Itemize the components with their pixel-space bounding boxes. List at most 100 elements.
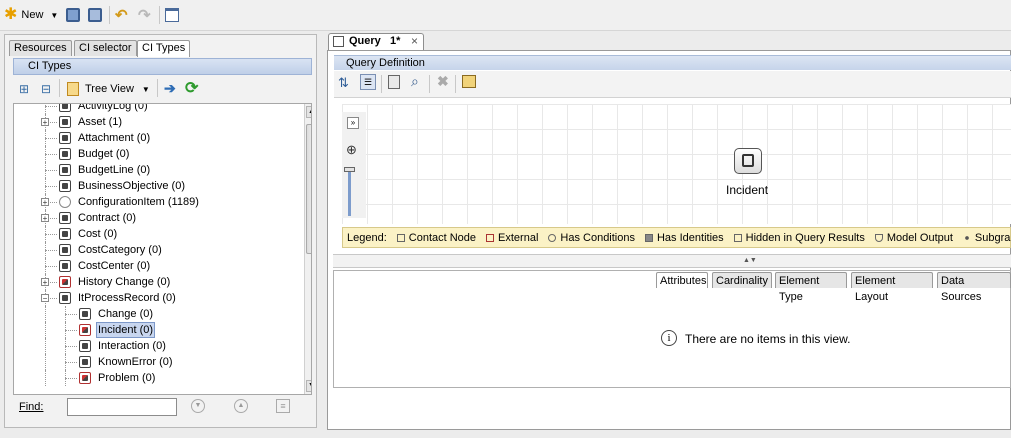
delete-icon[interactable]: ✖ <box>437 73 449 90</box>
tab-query[interactable]: Query 1* × <box>328 33 424 50</box>
tree-node-label: Problem (0) <box>98 372 156 384</box>
tab-attributes[interactable]: Attributes <box>656 272 708 288</box>
conditions-icon <box>548 233 557 242</box>
tab-ci-selector[interactable]: CI selector <box>74 40 137 56</box>
properties-icon[interactable] <box>462 75 476 88</box>
tree-node-label: Asset (1) <box>78 116 123 128</box>
find-label: Find: <box>19 401 44 413</box>
info-icon: i <box>661 330 677 346</box>
ci-type-icon <box>79 340 91 352</box>
tree-scrollbar[interactable]: ▲ ▼ <box>304 104 311 394</box>
history-ci-icon <box>79 324 91 336</box>
ci-types-header: CI Types <box>13 58 312 75</box>
scroll-up-arrow-icon[interactable]: ▲ <box>306 106 311 118</box>
tree-node[interactable]: KnownError (0) <box>14 354 302 370</box>
tree-node[interactable]: BudgetLine (0) <box>14 162 302 178</box>
tab-resources[interactable]: Resources <box>9 40 72 56</box>
tree-node[interactable]: + Contract (0) <box>14 210 302 226</box>
toolbar-separator <box>381 75 382 93</box>
ci-type-icon <box>59 260 71 272</box>
expand-icon[interactable]: + <box>41 198 49 207</box>
search-icon[interactable]: ⌕ <box>411 73 419 90</box>
legend-title: Legend: <box>347 231 387 244</box>
tree-node-label: BusinessObjective (0) <box>78 180 185 192</box>
ci-type-icon <box>59 148 71 160</box>
list-view-icon[interactable]: ☰ <box>360 74 376 90</box>
tree-view-dropdown[interactable]: Tree View ▼ <box>67 80 150 98</box>
tab-element-type[interactable]: Element Type <box>775 272 847 303</box>
zoom-in-icon[interactable]: ⊕ <box>346 142 357 158</box>
calculator-icon[interactable] <box>388 75 400 89</box>
split-divider[interactable]: ▲▼ <box>333 254 1011 268</box>
tree-node[interactable]: ActivityLog (0) <box>14 103 302 114</box>
tree-connector <box>65 314 77 315</box>
save-all-button[interactable] <box>88 6 102 24</box>
find-previous-icon[interactable]: ▲ <box>234 399 248 413</box>
tab-cardinality[interactable]: Cardinality <box>712 272 772 288</box>
tree-node[interactable]: Cost (0) <box>14 226 302 242</box>
zoom-slider[interactable] <box>348 168 351 216</box>
expand-panel-icon[interactable]: » <box>347 117 359 129</box>
save-all-icon <box>88 8 102 22</box>
legend-has-conditions: Has Conditions <box>548 232 635 244</box>
collapse-arrows-icon[interactable]: ▲▼ <box>743 255 757 267</box>
expand-all-icon[interactable]: ⊞ <box>19 82 29 96</box>
tree-connector <box>45 138 57 139</box>
find-options-icon[interactable]: ≡ <box>276 399 290 413</box>
tree-node[interactable]: − ItProcessRecord (0) <box>14 290 302 306</box>
arrow-right-icon[interactable]: ➔ <box>164 80 176 97</box>
save-icon <box>66 8 80 22</box>
collapse-icon[interactable]: − <box>41 294 49 303</box>
ci-types-title: CI Types <box>28 60 72 72</box>
tree-node[interactable]: BusinessObjective (0) <box>14 178 302 194</box>
tab-data-sources[interactable]: Data Sources <box>937 272 1011 303</box>
chevron-down-icon: ▼ <box>141 84 150 94</box>
tree-node[interactable]: Change (0) <box>14 306 302 322</box>
expand-icon[interactable]: + <box>41 278 49 287</box>
tree-node[interactable]: Interaction (0) <box>14 338 302 354</box>
incident-node[interactable] <box>734 148 762 174</box>
subgraph-icon <box>962 233 971 242</box>
tree-connector <box>45 106 57 107</box>
tree-node[interactable]: CostCenter (0) <box>14 258 302 274</box>
legend-subgraph: Subgraph <box>962 232 1011 244</box>
history-ci-icon <box>79 372 91 384</box>
collapse-all-icon[interactable]: ⊟ <box>41 82 51 96</box>
query-canvas[interactable] <box>342 104 1011 224</box>
legend-bar: Legend: Contact Node External Has Condit… <box>342 227 1011 248</box>
redo-button[interactable]: ↷ <box>138 6 151 24</box>
tab-element-layout[interactable]: Element Layout <box>851 272 933 303</box>
tree-node-label: CostCategory (0) <box>78 244 162 256</box>
tab-ci-types[interactable]: CI Types <box>137 40 191 57</box>
layout-icon[interactable]: ⇅ <box>338 75 349 91</box>
scroll-down-arrow-icon[interactable]: ▼ <box>306 380 311 392</box>
find-input[interactable] <box>67 398 177 416</box>
close-icon[interactable]: × <box>411 34 418 48</box>
save-button[interactable] <box>66 6 80 24</box>
chevron-down-icon[interactable]: ▼ <box>50 11 58 20</box>
tree-connector <box>45 234 57 235</box>
tree-node[interactable]: Problem (0) <box>14 370 302 386</box>
window-button[interactable] <box>165 6 179 24</box>
scroll-thumb[interactable] <box>306 124 311 254</box>
undo-button[interactable]: ↶ <box>115 6 128 24</box>
tree-connector <box>65 330 77 331</box>
expand-icon[interactable]: + <box>41 214 49 223</box>
refresh-icon[interactable]: ⟳ <box>185 78 198 98</box>
expand-icon[interactable]: + <box>41 118 49 127</box>
new-button[interactable]: ✱ New ▼ <box>4 6 58 24</box>
tree-node[interactable]: + History Change (0) <box>14 274 302 290</box>
tree-node-label: BudgetLine (0) <box>78 164 151 176</box>
tree-node[interactable]: Attachment (0) <box>14 130 302 146</box>
tree-node[interactable]: Budget (0) <box>14 146 302 162</box>
toolbar-separator <box>455 75 456 93</box>
ci-type-icon <box>59 164 71 176</box>
tree-node[interactable]: + Asset (1) <box>14 114 302 130</box>
tree-node-label: ActivityLog (0) <box>78 103 148 112</box>
zoom-slider-thumb[interactable] <box>344 167 355 172</box>
tree-node[interactable]: Incident (0) <box>14 322 302 338</box>
tree-node[interactable]: CostCategory (0) <box>14 242 302 258</box>
find-next-icon[interactable]: ▼ <box>191 399 205 413</box>
main-toolbar: ✱ New ▼ ↶ ↷ <box>0 0 1011 31</box>
tree-node[interactable]: + ConfigurationItem (1189) <box>14 194 302 210</box>
